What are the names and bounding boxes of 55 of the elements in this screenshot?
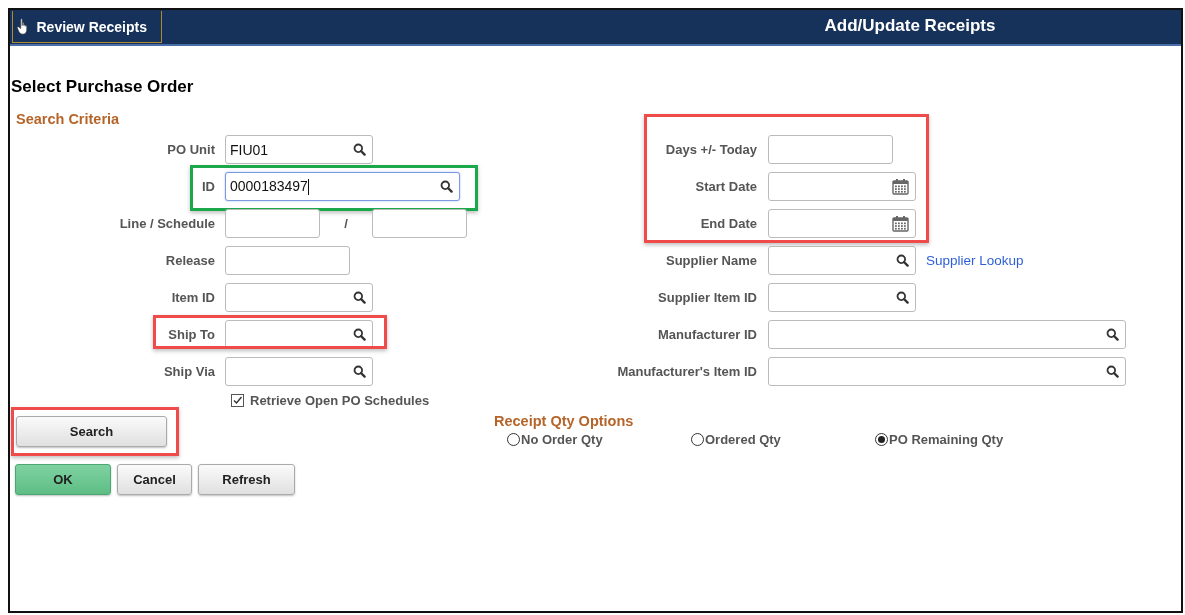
- input-field[interactable]: [768, 172, 916, 201]
- field-label: Days +/- Today: [664, 142, 757, 157]
- input-field[interactable]: [225, 209, 320, 238]
- field-label: End Date: [699, 216, 757, 231]
- page-title: Select Purchase Order: [11, 77, 195, 97]
- search-icon[interactable]: [1106, 365, 1119, 378]
- input-field[interactable]: [768, 135, 893, 164]
- input-field[interactable]: FIU01: [225, 135, 373, 164]
- input-field[interactable]: [225, 357, 373, 386]
- field-label: Supplier Item ID: [657, 290, 757, 305]
- search-icon[interactable]: [440, 180, 453, 193]
- input-field[interactable]: [768, 320, 1126, 349]
- search-icon[interactable]: [353, 365, 366, 378]
- supplier-lookup-link[interactable]: Supplier Lookup: [926, 253, 1024, 268]
- section-title: Search Criteria: [16, 111, 121, 127]
- search-icon[interactable]: [896, 254, 909, 267]
- input-field[interactable]: [768, 357, 1126, 386]
- field-label: Start Date: [694, 179, 757, 194]
- field-label: Ship Via: [162, 364, 215, 379]
- radio-option[interactable]: Ordered Qty: [691, 432, 875, 447]
- action-button[interactable]: Refresh: [198, 464, 295, 495]
- options-title: Receipt Qty Options: [494, 413, 635, 429]
- field-label: PO Unit: [166, 142, 215, 157]
- calendar-icon[interactable]: [892, 178, 909, 195]
- input-field[interactable]: [225, 246, 350, 275]
- calendar-icon[interactable]: [892, 215, 909, 232]
- input-field[interactable]: [372, 209, 467, 238]
- field-label: Supplier Name: [664, 253, 757, 268]
- search-icon[interactable]: [353, 291, 366, 304]
- input-field[interactable]: [768, 283, 916, 312]
- field-label: Manufacturer ID: [657, 327, 757, 342]
- page-header-title: Add/Update Receipts: [823, 16, 997, 36]
- separator-label: /: [343, 216, 349, 231]
- action-button[interactable]: Cancel: [117, 464, 192, 495]
- radio-option[interactable]: PO Remaining Qty: [875, 432, 1059, 447]
- checkbox-label: Retrieve Open PO Schedules: [250, 393, 430, 408]
- field-label: Item ID: [170, 290, 215, 305]
- field-label: Line / Schedule: [118, 216, 215, 231]
- search-icon[interactable]: [1106, 328, 1119, 341]
- field-label: Ship To: [167, 327, 215, 342]
- input-field[interactable]: [768, 209, 916, 238]
- search-button[interactable]: Search: [16, 416, 167, 447]
- checkbox[interactable]: [231, 394, 244, 407]
- field-label: Manufacturer's Item ID: [616, 364, 757, 379]
- field-label: Release: [164, 253, 215, 268]
- radio-option[interactable]: No Order Qty: [507, 432, 691, 447]
- input-field[interactable]: [768, 246, 916, 275]
- search-icon[interactable]: [896, 291, 909, 304]
- search-icon[interactable]: [353, 143, 366, 156]
- input-field[interactable]: 0000183497: [225, 172, 460, 201]
- action-button[interactable]: OK: [15, 464, 111, 495]
- input-field[interactable]: [225, 283, 373, 312]
- search-icon[interactable]: [353, 328, 366, 341]
- field-label: ID: [201, 179, 215, 194]
- back-link[interactable]: Review Receipts: [12, 11, 162, 43]
